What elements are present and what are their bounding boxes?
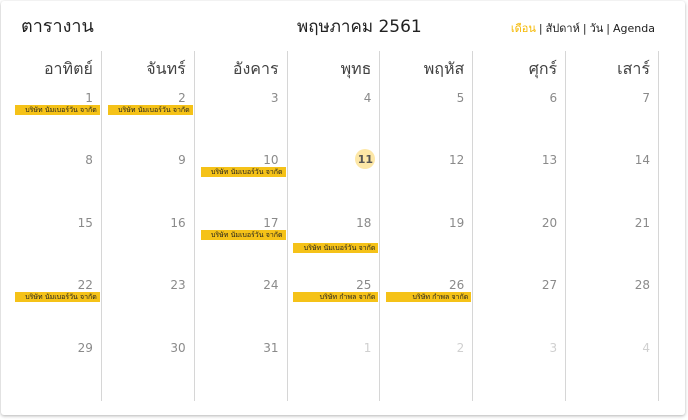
day-cell[interactable]: 28 <box>566 276 659 339</box>
day-cell[interactable]: 19 <box>380 213 474 277</box>
calendar-event[interactable]: บริษัท กําพล จากัด <box>293 292 379 303</box>
day-number: 5 <box>456 91 465 105</box>
calendar-event[interactable]: บริษัท นัมเบอร์วัน จากัด <box>14 105 100 115</box>
day-number: 3 <box>549 340 558 355</box>
day-number: 2 <box>456 340 465 355</box>
day-number: 3 <box>270 91 279 105</box>
day-number: 21 <box>634 215 650 230</box>
day-number: 4 <box>642 340 650 355</box>
weekday-header: พฤหัส <box>380 51 474 89</box>
view-agenda-link[interactable]: Agenda <box>613 22 655 35</box>
day-number: 22 <box>77 278 93 293</box>
day-number: 2 <box>178 91 186 105</box>
day-cell[interactable]: 6 <box>473 89 567 152</box>
day-number: 19 <box>449 215 465 230</box>
day-cell[interactable]: 22 บริษัท นัมเบอร์วัน จากัด <box>9 276 102 339</box>
day-cell[interactable]: 14 <box>566 151 659 214</box>
day-cell[interactable]: 1 <box>288 338 381 401</box>
day-number: 8 <box>85 153 93 168</box>
day-number: 27 <box>541 278 558 293</box>
day-number: 18 <box>356 215 372 230</box>
day-cell[interactable]: 31 <box>195 338 288 401</box>
current-month-label: พฤษภาคม 2561 <box>297 17 422 37</box>
day-number: 1 <box>85 91 93 105</box>
view-separator: | <box>606 22 611 35</box>
day-number: 25 <box>356 278 372 293</box>
month-grid: อาทิตย์ จันทร์ อังคาร พุทธ พฤหัส ศุกร์ เสาร์ 1 บ… <box>9 51 659 401</box>
day-number: 12 <box>449 153 465 168</box>
day-number: 10 <box>263 153 279 168</box>
weekday-header: อังคาร <box>195 51 288 89</box>
day-number: 14 <box>634 153 650 168</box>
day-cell[interactable]: 24 <box>195 276 288 339</box>
day-cell[interactable]: 1 บริษัท นัมเบอร์วัน จากัด <box>9 89 102 152</box>
page-title: ตารางาน <box>21 16 94 37</box>
day-number: 29 <box>77 340 93 355</box>
calendar-card: ตารางาน พฤษภาคม 2561 เดือน | สัปดาห์ | วัน | A… <box>1 1 685 415</box>
weekday-header: อาทิตย์ <box>9 51 102 89</box>
day-number: 30 <box>170 340 186 355</box>
calendar-event[interactable]: บริษัท นัมเบอร์วัน จากัด <box>293 242 379 253</box>
day-cell[interactable]: 3 <box>473 338 567 401</box>
day-cell[interactable]: 26 บริษัท กําพล จากัด <box>380 276 474 339</box>
day-number: 16 <box>170 215 186 230</box>
day-number: 15 <box>77 215 93 230</box>
day-cell[interactable]: 5 <box>380 89 474 152</box>
day-number: 1 <box>363 340 372 355</box>
day-number: 11 <box>355 149 376 170</box>
day-number: 9 <box>178 153 186 168</box>
day-number: 4 <box>363 91 372 105</box>
weekday-header: เสาร์ <box>566 51 659 89</box>
day-number: 17 <box>263 215 279 230</box>
day-cell[interactable]: 17 บริษัท นัมเบอร์วัน จากัด <box>195 213 288 277</box>
day-number: 28 <box>634 278 650 293</box>
day-cell[interactable]: 23 <box>102 276 195 339</box>
day-cell[interactable]: 2 <box>380 338 474 401</box>
day-cell[interactable]: 25 บริษัท กําพล จากัด <box>288 276 381 339</box>
day-number: 24 <box>263 278 279 293</box>
weekday-header: พุทธ <box>288 51 381 89</box>
day-cell[interactable]: 7 <box>566 89 659 152</box>
day-cell[interactable]: 3 <box>195 89 288 152</box>
day-number: 7 <box>642 91 650 105</box>
day-cell[interactable]: 16 <box>102 213 195 277</box>
calendar-event[interactable]: บริษัท กําพล จากัด <box>386 292 472 303</box>
day-cell[interactable]: 30 <box>102 338 195 401</box>
day-number: 31 <box>263 340 279 355</box>
day-cell[interactable]: 10 บริษัท นัมเบอร์วัน จากัด <box>195 151 288 214</box>
calendar-event[interactable]: บริษัท นัมเบอร์วัน จากัด <box>200 167 286 178</box>
day-cell[interactable]: 4 <box>566 338 659 401</box>
day-number: 23 <box>170 278 186 293</box>
view-week-link[interactable]: สัปดาห์ <box>546 22 580 35</box>
day-cell-today[interactable]: 11 <box>288 149 381 214</box>
day-cell[interactable]: 15 <box>9 213 102 277</box>
day-number: 6 <box>549 91 558 105</box>
day-cell[interactable]: 21 <box>566 213 659 277</box>
view-switcher: เดือน | สัปดาห์ | วัน | Agenda <box>511 19 655 37</box>
view-month-link[interactable]: เดือน <box>511 22 536 35</box>
day-cell[interactable]: 27 <box>473 276 567 339</box>
day-cell[interactable]: 29 <box>9 338 102 401</box>
day-cell[interactable]: 8 <box>9 151 102 214</box>
day-cell[interactable]: 13 <box>473 151 567 214</box>
day-cell[interactable]: 18 บริษัท นัมเบอร์วัน จากัด <box>288 213 381 277</box>
calendar-event[interactable]: บริษัท นัมเบอร์วัน จากัด <box>14 292 100 303</box>
day-cell[interactable]: 9 <box>102 151 195 214</box>
day-number: 26 <box>449 278 465 293</box>
weekday-header: จันทร์ <box>102 51 195 89</box>
view-separator: | <box>582 22 587 35</box>
day-cell[interactable]: 2 บริษัท นัมเบอร์วัน จากัด <box>102 89 195 152</box>
calendar-event[interactable]: บริษัท นัมเบอร์วัน จากัด <box>200 229 286 240</box>
day-cell[interactable]: 4 <box>288 89 381 152</box>
view-separator: | <box>538 22 543 35</box>
day-cell[interactable]: 12 <box>380 151 474 214</box>
calendar-event[interactable]: บริษัท นัมเบอร์วัน จากัด <box>107 105 193 115</box>
day-cell[interactable]: 20 <box>473 213 567 277</box>
weekday-header: ศุกร์ <box>473 51 567 89</box>
day-number: 20 <box>541 215 558 230</box>
view-day-link[interactable]: วัน <box>590 22 604 35</box>
day-number: 13 <box>541 153 558 168</box>
